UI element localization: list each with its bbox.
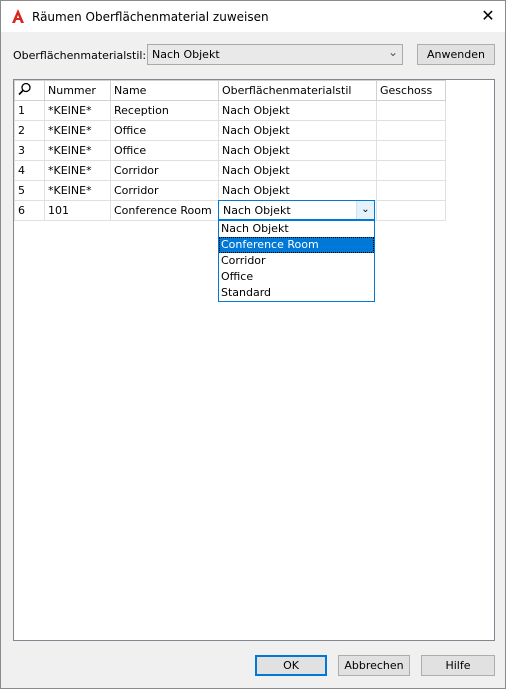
surface-style-options: Nach Objekt Conference Room Corridor Off… xyxy=(218,220,375,302)
dropdown-option-highlighted[interactable]: Conference Room xyxy=(219,237,374,253)
row-index: 2 xyxy=(14,120,45,141)
combobox-value: Nach Objekt xyxy=(223,204,291,217)
cell-number[interactable]: *KEINE* xyxy=(44,180,111,201)
cell-surface-style[interactable]: Nach Objekt xyxy=(218,180,377,201)
search-header-cell[interactable] xyxy=(14,80,45,101)
title-bar: Räumen Oberflächenmaterial zuweisen ✕ xyxy=(1,1,505,32)
dialog-window: Räumen Oberflächenmaterial zuweisen ✕ Ob… xyxy=(0,0,506,689)
autocad-logo-icon xyxy=(12,9,24,23)
cell-surface-style[interactable]: Nach Objekt xyxy=(218,140,377,161)
cell-name[interactable]: Reception xyxy=(110,100,219,121)
cell-number[interactable]: *KEINE* xyxy=(44,100,111,121)
cell-name[interactable]: Corridor xyxy=(110,160,219,181)
table-row[interactable]: 2 *KEINE* Office Nach Objekt xyxy=(14,120,446,141)
column-header-floor[interactable]: Geschoss xyxy=(376,80,446,101)
cell-floor[interactable] xyxy=(376,180,446,201)
close-icon: ✕ xyxy=(481,6,495,25)
search-icon[interactable] xyxy=(18,82,32,96)
cell-name[interactable]: Corridor xyxy=(110,180,219,201)
cancel-button[interactable]: Abbrechen xyxy=(338,655,410,676)
column-header-name[interactable]: Name xyxy=(110,80,219,101)
cell-name[interactable]: Office xyxy=(110,140,219,161)
cell-floor[interactable] xyxy=(376,140,446,161)
rooms-grid: Nummer Name Oberflächenmaterialstil Gesc… xyxy=(13,79,495,641)
window-title: Räumen Oberflächenmaterial zuweisen xyxy=(32,10,269,24)
style-select[interactable]: Nach Objekt ⌄ xyxy=(147,44,403,65)
cell-surface-style[interactable]: Nach Objekt xyxy=(218,120,377,141)
cell-floor[interactable] xyxy=(376,100,446,121)
cell-surface-style[interactable]: Nach Objekt xyxy=(218,100,377,121)
chevron-down-icon: ⌄ xyxy=(387,45,398,59)
column-header-number[interactable]: Nummer xyxy=(44,80,111,101)
dropdown-option[interactable]: Nach Objekt xyxy=(219,221,374,237)
table-header-row: Nummer Name Oberflächenmaterialstil Gesc… xyxy=(14,80,446,101)
cell-name[interactable]: Conference Room xyxy=(110,200,219,221)
table-row[interactable]: 1 *KEINE* Reception Nach Objekt xyxy=(14,100,446,121)
cell-floor[interactable] xyxy=(376,160,446,181)
cell-number[interactable]: 101 xyxy=(44,200,111,221)
row-index: 1 xyxy=(14,100,45,121)
cell-floor[interactable] xyxy=(376,200,446,221)
table-row[interactable]: 4 *KEINE* Corridor Nach Objekt xyxy=(14,160,446,181)
cell-name[interactable]: Office xyxy=(110,120,219,141)
row-index: 6 xyxy=(14,200,45,221)
cell-number[interactable]: *KEINE* xyxy=(44,140,111,161)
row-index: 4 xyxy=(14,160,45,181)
dropdown-option[interactable]: Office xyxy=(219,269,374,285)
surface-style-combobox[interactable]: Nach Objekt ⌄ xyxy=(218,200,375,220)
help-button[interactable]: Hilfe xyxy=(421,655,495,676)
style-select-value: Nach Objekt xyxy=(152,48,220,61)
dropdown-option[interactable]: Corridor xyxy=(219,253,374,269)
chevron-down-icon[interactable]: ⌄ xyxy=(356,201,374,219)
apply-button[interactable]: Anwenden xyxy=(417,44,495,65)
column-header-surface-style[interactable]: Oberflächenmaterialstil xyxy=(218,80,377,101)
style-label: Oberflächenmaterialstil: xyxy=(13,49,147,62)
close-button[interactable]: ✕ xyxy=(471,1,505,32)
cell-number[interactable]: *KEINE* xyxy=(44,160,111,181)
table-row[interactable]: 5 *KEINE* Corridor Nach Objekt xyxy=(14,180,446,201)
table-row[interactable]: 3 *KEINE* Office Nach Objekt xyxy=(14,140,446,161)
cell-floor[interactable] xyxy=(376,120,446,141)
ok-button[interactable]: OK xyxy=(255,655,327,676)
row-index: 3 xyxy=(14,140,45,161)
cell-surface-style[interactable]: Nach Objekt xyxy=(218,160,377,181)
dropdown-option[interactable]: Standard xyxy=(219,285,374,301)
row-index: 5 xyxy=(14,180,45,201)
cell-number[interactable]: *KEINE* xyxy=(44,120,111,141)
